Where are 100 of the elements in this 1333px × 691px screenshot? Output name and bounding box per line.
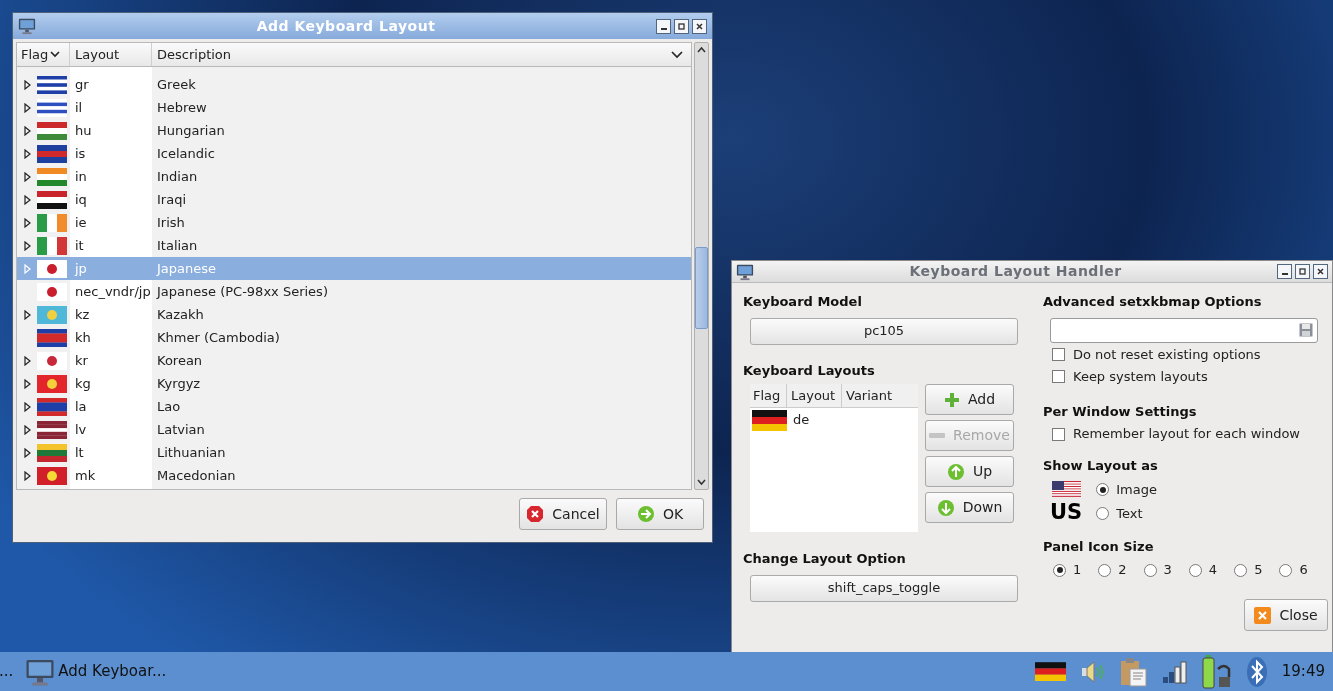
section-heading: Advanced setxkbmap Options: [1043, 293, 1263, 311]
tree-row[interactable]: in Indian: [17, 165, 691, 188]
tree-row[interactable]: kz Kazakh: [17, 303, 691, 326]
tree-row[interactable]: kh Khmer (Cambodia): [17, 326, 691, 349]
layout-description: Iraqi: [157, 191, 186, 207]
speaker-icon[interactable]: [1079, 659, 1106, 684]
expander-icon[interactable]: [23, 217, 31, 228]
up-button[interactable]: Up: [925, 456, 1014, 487]
column-header[interactable]: Description: [152, 43, 671, 66]
tree-row[interactable]: it Italian: [17, 234, 691, 257]
radio-button[interactable]: [1098, 563, 1112, 577]
radio-button[interactable]: [1143, 563, 1157, 577]
checkbox[interactable]: [1052, 348, 1065, 361]
radio-button[interactable]: [1096, 507, 1110, 520]
layout-description: Kazakh: [157, 306, 204, 322]
radio-label: 4: [1208, 561, 1218, 580]
close-button[interactable]: [692, 18, 707, 34]
tree-row[interactable]: kg Kyrgyz: [17, 372, 691, 395]
tree-row[interactable]: mk Macedonian: [17, 464, 691, 487]
layout-code: kz: [75, 306, 90, 322]
layout-code: kr: [75, 352, 88, 368]
expander-icon[interactable]: [23, 240, 31, 251]
expander-icon[interactable]: [23, 79, 31, 90]
maximize-button[interactable]: [1295, 264, 1310, 279]
clock[interactable]: 19:49: [1281, 660, 1325, 683]
radio-button[interactable]: [1053, 563, 1066, 577]
flag-icon: [37, 75, 67, 94]
battery-plug-icon[interactable]: [1201, 654, 1232, 689]
tree-row[interactable]: ie Irish: [17, 211, 691, 234]
chevron-down-icon[interactable]: [671, 50, 683, 59]
column-header[interactable]: Flag: [750, 384, 787, 407]
tree-row[interactable]: is Icelandic: [17, 142, 691, 165]
tree-row[interactable]: il Hebrew: [17, 96, 691, 119]
expander-icon[interactable]: [23, 309, 31, 320]
options-input-field[interactable]: [1050, 317, 1318, 343]
tree-row[interactable]: kr Korean: [17, 349, 691, 372]
layout-code: it: [75, 237, 84, 253]
checkbox-label: Keep system layouts: [1073, 367, 1208, 386]
layout-code: iq: [75, 191, 87, 207]
expander-icon[interactable]: [23, 470, 31, 481]
tree-row[interactable]: la Lao: [17, 395, 691, 418]
taskbar-item[interactable]: Add Keyboar...: [25, 656, 167, 687]
flag-icon: [37, 443, 67, 462]
expander-icon[interactable]: [23, 355, 31, 366]
layout-code: ie: [75, 214, 87, 230]
flag-icon: [37, 328, 67, 347]
layout-description: Hungarian: [157, 122, 225, 138]
column-header[interactable]: Flag: [17, 43, 70, 66]
column-header[interactable]: Variant: [842, 384, 918, 407]
tree-row[interactable]: gr Greek: [17, 73, 691, 96]
keyboard-model-button[interactable]: pc105: [750, 317, 1018, 345]
tree-row[interactable]: hu Hungarian: [17, 119, 691, 142]
maximize-icon: [677, 21, 686, 31]
expander-icon[interactable]: [23, 424, 31, 435]
column-header[interactable]: Layout: [70, 43, 152, 66]
close-button[interactable]: Close: [1244, 599, 1328, 631]
cancel-button[interactable]: Cancel: [519, 498, 607, 530]
maximize-button[interactable]: [674, 18, 689, 34]
layout-option-button[interactable]: shift_caps_toggle: [750, 574, 1018, 602]
radio-label: Image: [1116, 480, 1157, 499]
expander-icon[interactable]: [23, 125, 31, 136]
close-button[interactable]: [1313, 264, 1328, 279]
flag-icon: [37, 121, 67, 140]
chevron-down-icon[interactable]: [50, 51, 61, 58]
maximize-icon: [1298, 267, 1307, 276]
section-heading: Per Window Settings: [1043, 402, 1198, 421]
layout-code: in: [75, 168, 87, 184]
tree-row[interactable]: iq Iraqi: [17, 188, 691, 211]
ok-button[interactable]: OK: [616, 498, 704, 530]
expander-icon[interactable]: [23, 102, 31, 113]
layout-code: kh: [75, 329, 91, 345]
expander-icon[interactable]: [23, 171, 31, 182]
checkbox[interactable]: [1052, 370, 1065, 383]
expander-icon[interactable]: [23, 148, 31, 159]
add-button[interactable]: Add: [925, 384, 1014, 415]
layout-code: kg: [75, 375, 91, 391]
radio-button[interactable]: [1234, 563, 1248, 577]
minimize-button[interactable]: [1277, 264, 1292, 279]
layout-description: Kyrgyz: [157, 375, 201, 391]
expander-icon[interactable]: [23, 447, 31, 458]
clipboard-icon[interactable]: [1119, 656, 1148, 687]
column-header[interactable]: Layout: [787, 384, 842, 407]
radio-button[interactable]: [1279, 563, 1293, 577]
checkbox[interactable]: [1052, 427, 1065, 441]
task-label[interactable]: ...: [0, 660, 14, 683]
scrollbar[interactable]: [694, 42, 709, 490]
expander-icon[interactable]: [23, 378, 31, 389]
expander-icon[interactable]: [23, 194, 31, 205]
signal-bars-icon[interactable]: [1161, 659, 1188, 684]
tree-row[interactable]: nec_vndr/jp Japanese (PC-98xx Series): [17, 280, 691, 303]
flag-icon: [37, 236, 67, 255]
bluetooth-icon[interactable]: [1245, 655, 1268, 688]
minimize-button[interactable]: [656, 18, 671, 34]
radio-button[interactable]: [1188, 563, 1202, 577]
tree-row[interactable]: lt Lithuanian: [17, 441, 691, 464]
scroll-thumb[interactable]: [695, 247, 708, 329]
tree-row[interactable]: lv Latvian: [17, 418, 691, 441]
expander-icon[interactable]: [23, 401, 31, 412]
radio-button[interactable]: [1096, 483, 1110, 496]
down-button[interactable]: Down: [925, 492, 1014, 523]
